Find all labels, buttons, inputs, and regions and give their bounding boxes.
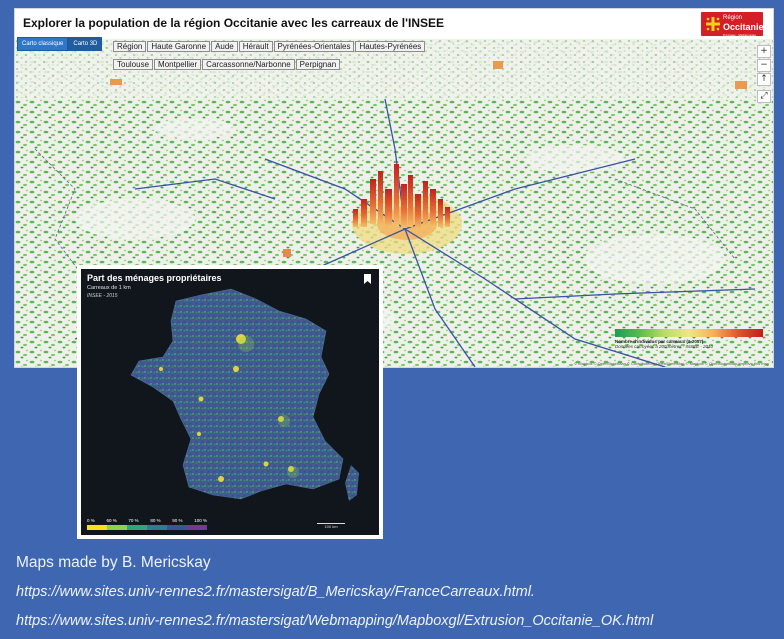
inset-legend-label: 90 % [172, 518, 183, 523]
area-button-aude[interactable]: Aude [211, 41, 238, 52]
area-button-carcassonne-narbonne[interactable]: Carcassonne/Narbonne [202, 59, 295, 70]
occitanie-logo: Région Occitanie Pyrénées - Méditerranée [701, 12, 764, 39]
logo-text: Région Occitanie Pyrénées - Méditerranée [723, 15, 764, 39]
inset-legend-label: 0 % [87, 518, 95, 523]
extrusion-occitanie-link[interactable]: https://www.sites.univ-rennes2.fr/master… [16, 613, 653, 629]
inset-legend-swatches [87, 525, 207, 530]
area-button-region[interactable]: Région [113, 41, 147, 52]
inset-legend-swatch [87, 525, 107, 530]
inset-legend-swatch [107, 525, 127, 530]
bookmark-icon[interactable] [364, 274, 371, 284]
inset-legend-swatch [187, 525, 207, 530]
france-owners-map: Part des ménages propriétaires Carreaux … [81, 269, 379, 535]
map-legend: Nombre d'individus par carreaux (1-2057)… [615, 329, 767, 357]
zoom-to-area-buttons: Région Haute Garonne Aude Hérault Pyrénées-O… [113, 36, 453, 72]
zoom-in-button[interactable]: + [757, 45, 771, 58]
scale-bar: 100 km [317, 523, 345, 529]
area-button-montpellier[interactable]: Montpellier [154, 59, 202, 70]
area-button-herault[interactable]: Hérault [238, 41, 273, 52]
map-attribution[interactable]: © Mapbox © OpenStreetMap © Contributeurs… [574, 361, 769, 366]
inset-legend-swatch [167, 525, 187, 530]
logo-main-label: Occitanie [723, 22, 764, 32]
inset-legend-label: 80 % [150, 518, 161, 523]
inset-subtitle: Carreaux de 1 km [87, 285, 131, 291]
inset-map-panel: Part des ménages propriétaires Carreaux … [77, 265, 383, 539]
view-mode-toggle: Carto classique Carto 3D [17, 37, 103, 51]
fullscreen-icon[interactable]: ⤢ [757, 90, 771, 103]
scale-bar-label: 100 km [324, 524, 338, 529]
area-button-perpignan[interactable]: Perpignan [295, 59, 341, 70]
inset-legend-label: 60 % [106, 518, 117, 523]
legend-color-ramp [615, 329, 763, 337]
inset-legend-label: 70 % [128, 518, 139, 523]
mode-classic-button[interactable]: Carto classique [17, 37, 69, 51]
legend-note: Données carroyées à 200 mètres - INSEE -… [615, 344, 714, 349]
zoom-out-button[interactable]: − [757, 59, 771, 72]
area-button-haute-garonne[interactable]: Haute Garonne [147, 41, 211, 52]
france-outline [130, 288, 344, 500]
inset-title: Part des ménages propriétaires [87, 273, 222, 283]
area-button-hautes-pyrenees[interactable]: Hautes-Pyrénées [355, 41, 426, 52]
mode-3d-button[interactable]: Carto 3D [68, 37, 103, 51]
inset-legend-labels: 0 % 60 % 70 % 80 % 90 % 100 % [87, 518, 207, 523]
logo-small-label: Région [723, 15, 743, 21]
compass-icon[interactable]: ↑ [757, 73, 771, 86]
inset-legend-swatch [127, 525, 147, 530]
logo-tagline: Pyrénées - Méditerranée [723, 33, 757, 37]
map-navigation-controls: + − ↑ ⤢ [757, 45, 771, 104]
inset-source: INSEE - 2015 [87, 293, 118, 299]
inset-legend-label: 100 % [194, 518, 207, 523]
inset-legend: 0 % 60 % 70 % 80 % 90 % 100 % [87, 518, 207, 530]
corsica-outline [345, 465, 359, 501]
map-title: Explorer la population de la région Occi… [23, 16, 445, 30]
area-button-toulouse[interactable]: Toulouse [113, 59, 154, 70]
france-map-canvas [130, 288, 359, 501]
occitan-cross-icon [706, 17, 720, 31]
author-caption: Maps made by B. Mericskay [16, 554, 211, 571]
inset-legend-swatch [147, 525, 167, 530]
france-carreaux-link[interactable]: https://www.sites.univ-rennes2.fr/master… [16, 584, 535, 600]
area-button-pyrenees-orientales[interactable]: Pyrénées-Orientales [273, 41, 355, 52]
